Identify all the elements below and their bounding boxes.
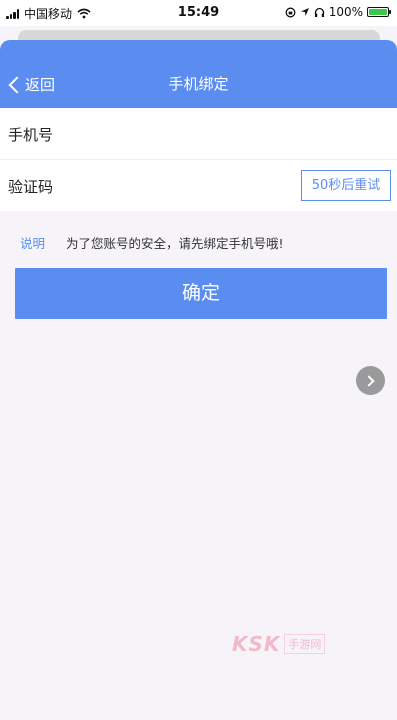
status-bar: 中国移动 15:49 100% [0,0,397,26]
battery-level [369,9,387,15]
battery-percent: 100% [328,5,363,19]
location-icon [300,8,309,16]
page-title: 手机绑定 [168,75,229,93]
note: 说明 为了您账号的安全，请先绑定手机号哦! [20,233,284,252]
orientation-lock-icon [285,7,296,17]
chevron-right-icon [363,374,375,387]
note-label: 说明 [20,236,46,251]
nav-bar: 返回 手机绑定 [0,40,397,108]
floating-next-button[interactable] [356,366,385,395]
headphones-icon [314,7,324,17]
phone-row: 手机号 [0,108,397,160]
battery-icon [367,7,391,17]
resend-code-button[interactable]: 50秒后重试 [301,170,391,201]
confirm-button[interactable]: 确定 [15,268,387,319]
phone-input[interactable] [70,118,294,152]
watermark-logo: KSK [232,632,281,656]
note-text: 为了您账号的安全，请先绑定手机号哦! [66,236,284,251]
code-row: 验证码 50秒后重试 [0,160,397,211]
watermark-text: 手游网 [284,634,326,654]
phone-label: 手机号 [8,126,54,144]
code-input[interactable] [70,170,284,204]
watermark: KSK 手游网 [232,632,326,656]
status-right: 100% [285,5,391,19]
code-label: 验证码 [8,178,54,196]
